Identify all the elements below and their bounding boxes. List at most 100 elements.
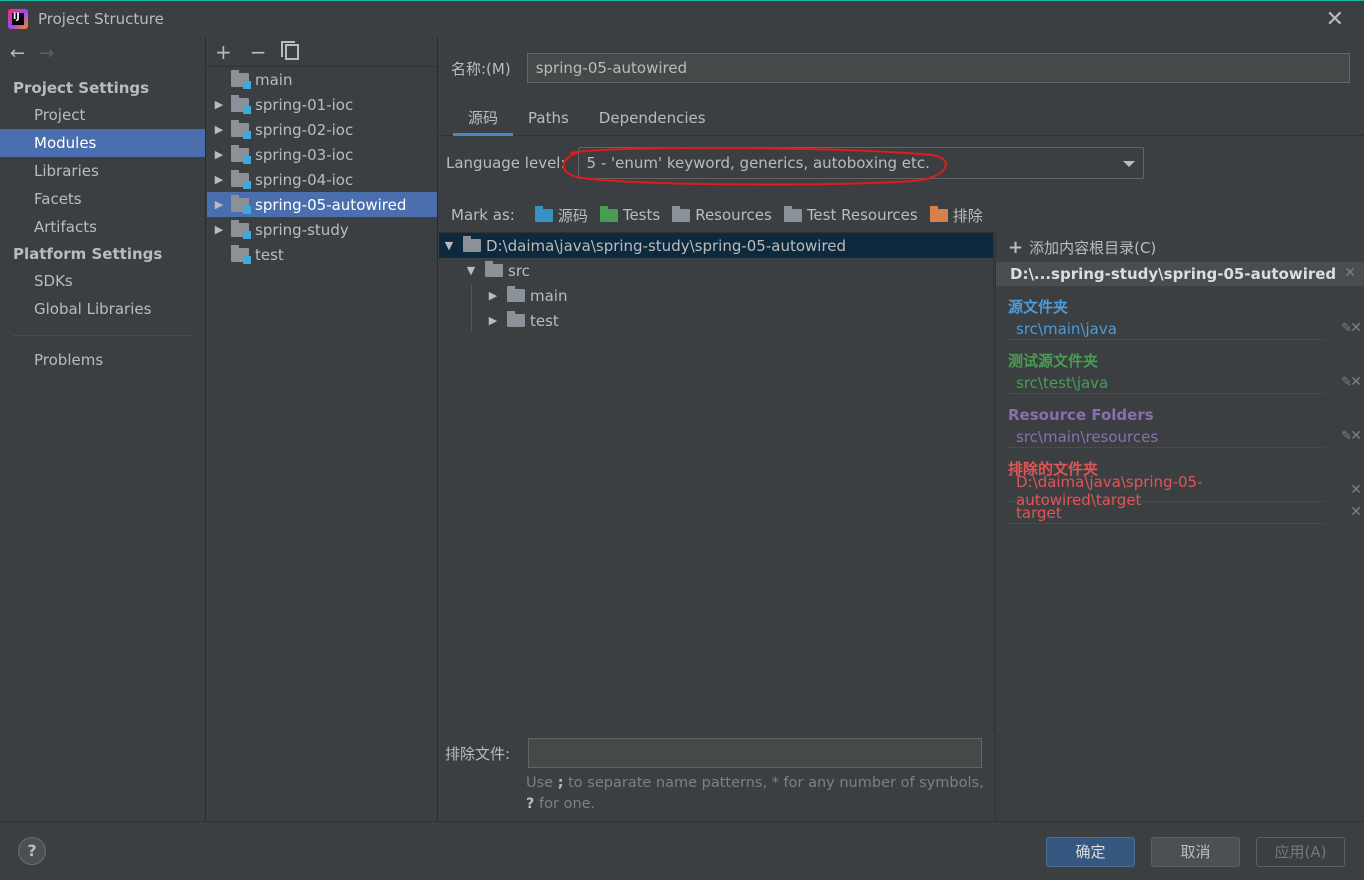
copy-icon[interactable] [280, 40, 299, 60]
module-name: spring-study [255, 220, 349, 239]
details-tabs: 源码 Paths Dependencies [439, 103, 1364, 136]
folder-tree: ▼ D:\daima\java\spring-study\spring-05-a… [439, 232, 994, 732]
expand-arrow-icon[interactable]: ▶ [207, 98, 231, 111]
nav-item-project[interactable]: Project [0, 101, 205, 129]
expand-arrow-icon[interactable]: ▶ [485, 314, 501, 327]
folder-icon [485, 261, 503, 277]
module-row-spring-03-ioc[interactable]: ▶ spring-03-ioc [207, 142, 437, 167]
tree-guide-line [471, 284, 472, 332]
language-level-dropdown[interactable]: 5 - 'enum' keyword, generics, autoboxing… [577, 147, 1144, 179]
add-content-root-label: 添加内容根目录(C) [1029, 238, 1157, 257]
resource-folder-path: src\main\resources [1016, 427, 1159, 446]
title-bar: IJ Project Structure ✕ [0, 0, 1364, 37]
module-folder-icon [231, 94, 251, 114]
language-level-row: Language level: 5 - 'enum' keyword, gene… [446, 147, 1144, 179]
nav-item-global-libraries[interactable]: Global Libraries [0, 295, 205, 323]
test-folder-path: src\test\java [1016, 373, 1109, 392]
mark-as-test-resources-button[interactable]: Test Resources [783, 205, 918, 224]
remove-icon[interactable]: − [250, 40, 267, 64]
apply-button[interactable]: 应用(A) [1256, 837, 1345, 867]
test-resource-folder-icon [783, 205, 802, 222]
expand-arrow-icon[interactable]: ▶ [485, 289, 501, 302]
tab-sources[interactable]: 源码 [453, 103, 514, 136]
remove-icon[interactable]: ✕ [1350, 320, 1362, 336]
collapse-arrow-icon[interactable]: ▼ [463, 264, 479, 277]
source-folders-group: 源文件夹 src\main\java ✎ ✕ [996, 296, 1364, 340]
tree-row-test[interactable]: ▶ test [439, 308, 993, 333]
project-settings-header: Project Settings [13, 79, 150, 97]
module-row-spring-01-ioc[interactable]: ▶ spring-01-ioc [207, 92, 437, 117]
test-folder-icon [599, 205, 618, 222]
expand-arrow-icon[interactable]: ▶ [207, 198, 231, 211]
exclude-files-row: 排除文件: [445, 738, 983, 768]
mark-as-excluded-button[interactable]: 排除 [929, 205, 983, 226]
tree-row-src[interactable]: ▼ src [439, 258, 993, 283]
mark-as-excluded-label: 排除 [952, 206, 983, 225]
module-row-main[interactable]: main [207, 67, 437, 92]
name-row: 名称:(M) spring-05-autowired [451, 53, 1350, 83]
remove-root-icon[interactable]: ✕ [1344, 265, 1356, 281]
folder-icon [507, 286, 525, 302]
window-title: Project Structure [38, 10, 164, 28]
source-folder-entry: src\main\java ✎ ✕ [1008, 318, 1362, 340]
collapse-arrow-icon[interactable]: ▼ [441, 239, 457, 252]
tab-paths[interactable]: Paths [513, 103, 584, 136]
module-toolbar: + − [207, 37, 437, 67]
ok-button[interactable]: 确定 [1046, 837, 1135, 867]
module-row-test[interactable]: test [207, 242, 437, 267]
nav-item-sdks[interactable]: SDKs [0, 267, 205, 295]
module-row-spring-04-ioc[interactable]: ▶ spring-04-ioc [207, 167, 437, 192]
nav-item-problems[interactable]: Problems [0, 346, 205, 374]
module-row-spring-05-autowired[interactable]: ▶ spring-05-autowired [207, 192, 437, 217]
hint-text-2: to separate name patterns, * for any num… [563, 775, 984, 791]
expand-arrow-icon[interactable]: ▶ [207, 173, 231, 186]
forward-arrow-icon[interactable]: → [39, 43, 54, 64]
nav-item-facets[interactable]: Facets [0, 185, 205, 213]
dialog-footer: ? 确定 取消 应用(A) [0, 821, 1364, 880]
expand-arrow-icon[interactable]: ▶ [207, 148, 231, 161]
remove-icon[interactable]: ✕ [1350, 428, 1362, 444]
remove-icon[interactable]: ✕ [1350, 482, 1362, 498]
nav-item-modules[interactable]: Modules [0, 129, 205, 157]
module-row-spring-study[interactable]: ▶ spring-study [207, 217, 437, 242]
module-name: test [255, 245, 284, 264]
module-list-panel: + − main ▶ spring-01-ioc ▶ spring-02-ioc… [207, 37, 438, 821]
back-arrow-icon[interactable]: ← [10, 43, 25, 64]
mark-as-tests-button[interactable]: Tests [599, 205, 660, 224]
exclude-files-input[interactable] [528, 738, 983, 768]
module-folder-icon [231, 69, 251, 89]
mark-as-test-resources-label: Test Resources [806, 206, 918, 224]
tab-dependencies[interactable]: Dependencies [584, 103, 721, 136]
nav-item-artifacts[interactable]: Artifacts [0, 213, 205, 241]
remove-icon[interactable]: ✕ [1350, 504, 1362, 520]
content-roots-panel: + 添加内容根目录(C) D:\...spring-study\spring-0… [995, 232, 1364, 821]
name-label: 名称:(M) [451, 59, 511, 78]
tree-row-root[interactable]: ▼ D:\daima\java\spring-study\spring-05-a… [439, 233, 993, 258]
folder-icon [463, 236, 481, 252]
module-name-input[interactable]: spring-05-autowired [526, 53, 1350, 83]
nav-arrows: ← → [0, 37, 205, 69]
mark-as-sources-button[interactable]: 源码 [534, 205, 588, 226]
module-row-spring-02-ioc[interactable]: ▶ spring-02-ioc [207, 117, 437, 142]
module-name: spring-02-ioc [255, 120, 354, 139]
tree-row-main[interactable]: ▶ main [439, 283, 993, 308]
expand-arrow-icon[interactable]: ▶ [207, 223, 231, 236]
module-name: main [255, 70, 293, 89]
exclude-hint: Use ; to separate name patterns, * for a… [526, 773, 986, 815]
module-folder-icon [231, 169, 251, 189]
mark-as-sources-label: 源码 [557, 206, 588, 225]
excluded-folders-group: 排除的文件夹 D:\daima\java\spring-05-autowired… [996, 458, 1364, 524]
source-folders-title: 源文件夹 [1008, 298, 1069, 316]
mark-as-resources-button[interactable]: Resources [672, 205, 772, 224]
add-content-root-button[interactable]: + 添加内容根目录(C) [996, 232, 1364, 262]
nav-item-libraries[interactable]: Libraries [0, 157, 205, 185]
help-button[interactable]: ? [18, 837, 46, 865]
expand-arrow-icon[interactable]: ▶ [207, 123, 231, 136]
remove-icon[interactable]: ✕ [1350, 374, 1362, 390]
module-details-panel: 名称:(M) spring-05-autowired 源码 Paths Depe… [439, 37, 1364, 821]
module-folder-icon [231, 194, 251, 214]
add-icon[interactable]: + [215, 40, 232, 64]
module-name: spring-03-ioc [255, 145, 354, 164]
close-icon[interactable]: ✕ [1326, 7, 1344, 32]
cancel-button[interactable]: 取消 [1151, 837, 1240, 867]
